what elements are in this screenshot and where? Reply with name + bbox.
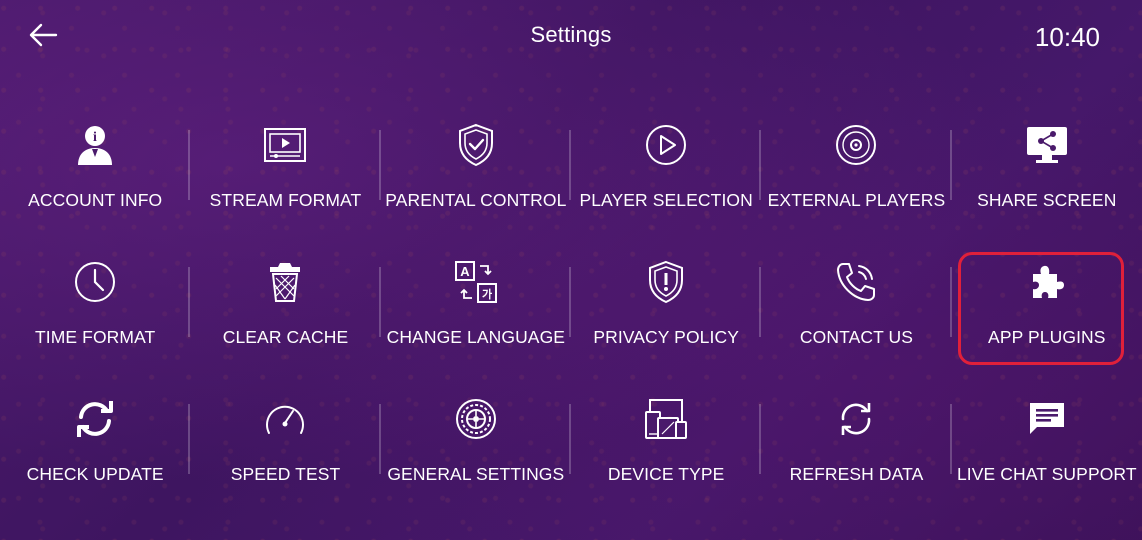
settings-item-live-chat-support[interactable]: LIVE CHAT SUPPORT (952, 384, 1142, 521)
top-bar: Settings 10:40 (0, 0, 1142, 72)
settings-item-contact-us[interactable]: CONTACT US (761, 247, 952, 384)
account-info-icon: i (72, 122, 118, 168)
parental-control-icon (453, 122, 499, 168)
settings-item-speed-test[interactable]: SPEED TEST (190, 384, 381, 521)
refresh-icon (833, 396, 879, 442)
settings-item-label: LIVE CHAT SUPPORT (956, 464, 1137, 484)
stream-format-icon (262, 122, 308, 168)
settings-item-stream-format[interactable]: STREAM FORMAT (190, 110, 381, 247)
settings-item-label: PRIVACY POLICY (593, 327, 739, 347)
settings-item-label: TIME FORMAT (34, 327, 156, 347)
settings-item-label: ACCOUNT INFO (28, 190, 163, 210)
settings-item-label: SPEED TEST (230, 464, 341, 484)
settings-item-privacy-policy[interactable]: PRIVACY POLICY (571, 247, 762, 384)
settings-item-account-info[interactable]: i ACCOUNT INFO (0, 110, 191, 247)
svg-text:가: 가 (482, 287, 492, 301)
settings-item-device-type[interactable]: DEVICE TYPE (571, 384, 762, 521)
settings-item-label: CLEAR CACHE (222, 327, 349, 347)
settings-item-label: EXTERNAL PLAYERS (767, 190, 946, 210)
svg-text:A: A (460, 264, 470, 279)
settings-row: CHECK UPDATE SPEED TEST GENERAL SETTINGS… (0, 384, 1142, 521)
translate-icon: A 가 (453, 259, 499, 305)
settings-item-player-selection[interactable]: PLAYER SELECTION (571, 110, 762, 247)
sync-icon (72, 396, 118, 442)
settings-item-external-players[interactable]: EXTERNAL PLAYERS (761, 110, 952, 247)
shield-alert-icon (643, 259, 689, 305)
settings-item-refresh-data[interactable]: REFRESH DATA (761, 384, 952, 521)
settings-item-time-format[interactable]: TIME FORMAT (0, 247, 191, 384)
settings-row: i ACCOUNT INFO STREAM FORMAT PARENTAL CO… (0, 110, 1142, 247)
share-screen-icon (1024, 122, 1070, 168)
settings-item-label: CHANGE LANGUAGE (386, 327, 566, 347)
speedometer-icon (262, 396, 308, 442)
settings-grid: i ACCOUNT INFO STREAM FORMAT PARENTAL CO… (0, 110, 1142, 521)
settings-item-share-screen[interactable]: SHARE SCREEN (952, 110, 1142, 247)
settings-item-label: DEVICE TYPE (607, 464, 725, 484)
clock-time: 10:40 (1034, 22, 1100, 52)
trash-icon (262, 259, 308, 305)
settings-item-check-update[interactable]: CHECK UPDATE (0, 384, 191, 521)
settings-item-label: STREAM FORMAT (209, 190, 362, 210)
settings-item-label: CONTACT US (799, 327, 914, 347)
settings-item-label: CHECK UPDATE (26, 464, 164, 484)
settings-item-label: APP PLUGINS (988, 327, 1106, 347)
svg-text:i: i (93, 130, 97, 145)
chat-icon (1024, 396, 1070, 442)
settings-item-general-settings[interactable]: GENERAL SETTINGS (381, 384, 571, 521)
settings-row: TIME FORMAT CLEAR CACHE A 가 CHANGE LANGU… (0, 247, 1142, 384)
settings-item-app-plugins[interactable]: APP PLUGINS (952, 247, 1142, 384)
settings-item-label: PARENTAL CONTROL (385, 190, 567, 210)
devices-icon (643, 396, 689, 442)
external-players-icon (833, 122, 879, 168)
settings-item-change-language[interactable]: A 가 CHANGE LANGUAGE (381, 247, 571, 384)
settings-item-label: REFRESH DATA (789, 464, 924, 484)
player-selection-icon (643, 122, 689, 168)
settings-item-parental-control[interactable]: PARENTAL CONTROL (381, 110, 571, 247)
settings-item-label: PLAYER SELECTION (579, 190, 753, 210)
settings-wheel-icon (453, 396, 499, 442)
clock-icon (72, 259, 118, 305)
settings-item-label: GENERAL SETTINGS (387, 464, 565, 484)
page-title: Settings (530, 22, 612, 47)
settings-item-label: SHARE SCREEN (977, 190, 1117, 210)
puzzle-icon (1024, 259, 1070, 305)
phone-icon (833, 259, 879, 305)
settings-item-clear-cache[interactable]: CLEAR CACHE (190, 247, 381, 384)
